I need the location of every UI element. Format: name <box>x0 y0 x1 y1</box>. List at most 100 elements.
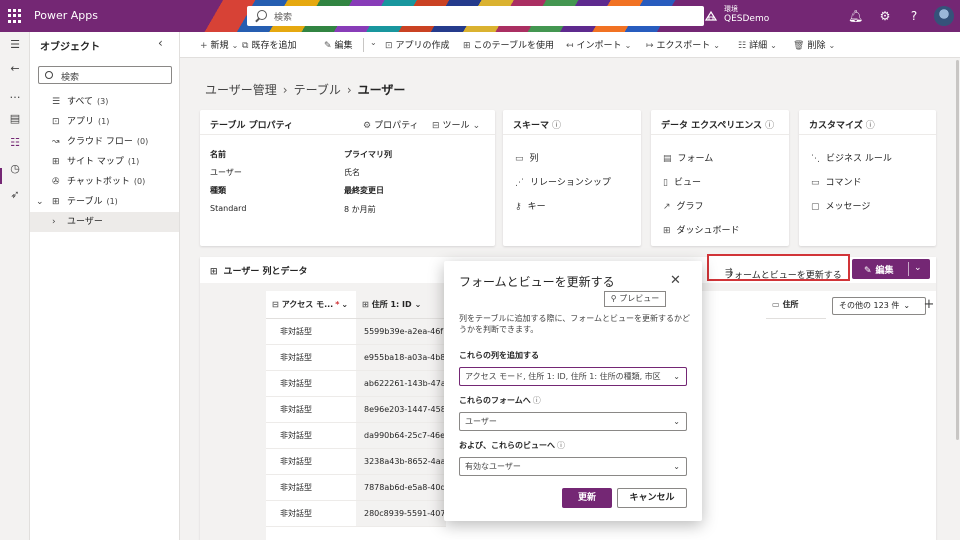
add-existing-button[interactable]: ⧉ 既存を追加 <box>242 38 296 51</box>
back-icon[interactable]: ← <box>8 62 22 76</box>
schema-relationships-link[interactable]: ⋰ リレーションシップ <box>515 175 611 188</box>
table-cell[interactable]: 非対話型 <box>266 319 356 345</box>
import-button[interactable]: ↤ インポート ⌄ <box>566 38 631 51</box>
cancel-button[interactable]: キャンセル <box>617 488 687 508</box>
delete-button[interactable]: 🗑︎ 削除 ⌄ <box>793 38 835 51</box>
help-icon[interactable]: ? <box>907 9 921 23</box>
tree-item-site-map[interactable]: ⊞ サイト マップ (1) <box>30 152 179 172</box>
tools-button[interactable]: ⊟ ツール ⌄ <box>432 118 480 131</box>
chatbot-icon: ✇ <box>52 177 60 187</box>
waffle-icon[interactable] <box>8 9 22 23</box>
info-icon[interactable]: ⓘ <box>765 121 774 131</box>
hamburger-icon[interactable]: ☰ <box>8 38 22 52</box>
environment-icon[interactable] <box>704 9 718 23</box>
prop-type-value: Standard <box>210 204 247 213</box>
app-name[interactable]: Power Apps <box>34 9 98 22</box>
table-cell[interactable]: 非対話型 <box>266 501 356 527</box>
breadcrumb-item[interactable]: テーブル <box>294 83 341 97</box>
tree-item-cloud-flows[interactable]: ↝ クラウド フロー (0) <box>30 132 179 152</box>
views-select[interactable]: 有効なユーザー ⌄ <box>459 457 687 476</box>
use-table-button[interactable]: ⊞ このテーブルを使用 <box>463 38 554 51</box>
charts-link[interactable]: ↗ グラフ <box>663 199 704 212</box>
table-cell[interactable]: 非対話型 <box>266 423 356 449</box>
schema-columns-link[interactable]: ▭ 列 <box>515 151 539 164</box>
table-cell[interactable]: 非対話型 <box>266 345 356 371</box>
object-search-input[interactable]: 検索 <box>38 66 172 84</box>
properties-button[interactable]: ⚙ プロパティ <box>363 118 419 131</box>
table-icon: ⊞ <box>52 197 60 207</box>
objects-icon[interactable]: ☷ <box>8 136 22 150</box>
scrollbar-thumb[interactable] <box>956 60 959 440</box>
details-button[interactable]: ☷ 詳細 ⌄ <box>738 38 777 51</box>
environment-name[interactable]: QESDemo <box>724 14 769 24</box>
global-search-input[interactable]: 検索 <box>247 6 704 26</box>
link-label: リレーションシップ <box>530 178 611 188</box>
pencil-icon: ✎ <box>324 41 332 51</box>
breadcrumb-item[interactable]: ユーザー管理 <box>205 83 277 97</box>
add-column-button[interactable]: + <box>920 297 938 315</box>
table-cell[interactable]: 3238a43b-8652-4aa <box>356 449 446 475</box>
gear-icon[interactable]: ⚙ <box>878 9 892 23</box>
forms-select[interactable]: ユーザー ⌄ <box>459 412 687 431</box>
tree-item-apps[interactable]: ⊡ アプリ (1) <box>30 112 179 132</box>
prop-modified-label: 最終変更日 <box>344 186 384 195</box>
bell-icon[interactable]: 🔔︎ <box>848 9 863 23</box>
edit-dropdown-chevron[interactable]: ⌄ <box>367 38 377 48</box>
section-title-text: ユーザー 列とデータ <box>223 267 308 277</box>
column-header-address-id[interactable]: ⊞ 住所 1: ID ⌄ <box>356 291 446 319</box>
table-cell[interactable]: 5599b39e-a2ea-46f7 <box>356 319 446 345</box>
update-forms-views-button[interactable]: ⇶ フォームとビューを更新する <box>707 254 850 281</box>
messages-link[interactable]: ▢ メッセージ <box>811 199 870 212</box>
tree-item-count: (3) <box>97 97 109 106</box>
forms-label-text: これらのフォームへ <box>459 396 531 405</box>
table-cell[interactable]: 280c8939-5591-4079 <box>356 501 446 527</box>
new-button[interactable]: + 新規 ⌄ <box>200 38 238 51</box>
info-icon[interactable]: ⓘ <box>533 396 541 405</box>
avatar[interactable] <box>934 6 954 26</box>
table-cell[interactable]: 非対話型 <box>266 371 356 397</box>
table-cell[interactable]: e955ba18-a03a-4b8 <box>356 345 446 371</box>
rocket-icon[interactable]: ➶ <box>8 188 22 202</box>
table-cell[interactable]: 7878ab6d-e5a8-40d <box>356 475 446 501</box>
info-icon[interactable]: ⓘ <box>557 441 565 450</box>
object-search-placeholder: 検索 <box>61 73 80 83</box>
tree-item-tables[interactable]: ⌄ ⊞ テーブル (1) <box>30 192 179 212</box>
close-icon[interactable]: ✕ <box>670 273 681 288</box>
commands-link[interactable]: ▭ コマンド <box>811 175 862 188</box>
update-button[interactable]: 更新 <box>562 488 612 508</box>
collapse-icon[interactable]: ‹ <box>158 36 163 50</box>
more-icon[interactable]: … <box>8 88 22 102</box>
table-cell[interactable]: 非対話型 <box>266 449 356 475</box>
export-button[interactable]: ↦ エクスポート ⌄ <box>646 38 720 51</box>
table-cell[interactable]: ab622261-143b-47a <box>356 371 446 397</box>
chevron-right-icon[interactable]: › <box>52 212 62 232</box>
chevron-down-icon[interactable]: ⌄ <box>36 192 46 212</box>
info-icon[interactable]: ⓘ <box>866 121 875 131</box>
tree-item-users[interactable]: › ユーザー <box>30 212 179 232</box>
chevron-down-icon[interactable]: ⌄ <box>914 263 922 273</box>
column-header-access-mode[interactable]: ⊟ アクセス モ... * ⌄ <box>266 291 356 319</box>
tree-item-chatbots[interactable]: ✇ チャットボット (0) <box>30 172 179 192</box>
business-rules-link[interactable]: ⋱ ビジネス ルール <box>811 151 892 164</box>
table-cell[interactable]: 非対話型 <box>266 397 356 423</box>
create-app-button[interactable]: ⊡ アプリの作成 <box>385 38 450 51</box>
info-icon[interactable]: ⓘ <box>552 121 561 131</box>
table-cell[interactable]: 8e96e203-1447-458 <box>356 397 446 423</box>
history-icon[interactable]: ◷ <box>8 162 22 176</box>
link-label: メッセージ <box>825 202 871 212</box>
table-cell[interactable]: 非対話型 <box>266 475 356 501</box>
divider <box>799 134 936 135</box>
views-link[interactable]: ▯ ビュー <box>663 175 701 188</box>
forms-link[interactable]: ▤ フォーム <box>663 151 713 164</box>
edit-data-button[interactable]: ✎ 編集 ⌄ <box>852 259 930 279</box>
column-header-address[interactable]: ▭ 住所 <box>766 291 826 319</box>
table-cell[interactable]: da990b64-25c7-46e <box>356 423 446 449</box>
schema-keys-link[interactable]: ⚷ キー <box>515 199 546 212</box>
more-columns-button[interactable]: その他の 123 件 ⌄ <box>832 297 926 315</box>
columns-select[interactable]: アクセス モード, 住所 1: ID, 住所 1: 住所の種類, 市区 ⌄ <box>459 367 687 386</box>
dashboards-link[interactable]: ⊞ ダッシュボード <box>663 223 740 236</box>
edit-data-label: 編集 <box>875 266 894 276</box>
tree-item-all[interactable]: ☰ すべて (3) <box>30 92 179 112</box>
book-icon[interactable]: ▤ <box>8 112 22 126</box>
edit-command-button[interactable]: ✎ 編集 <box>324 38 353 51</box>
